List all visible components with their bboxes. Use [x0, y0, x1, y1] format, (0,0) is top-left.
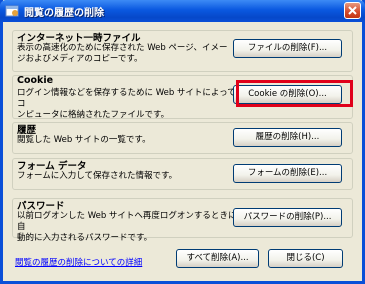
help-link[interactable]: 閲覧の履歴の削除についての詳細: [15, 256, 142, 268]
section-desc-line: フォームに入力して保存された情報です。: [17, 171, 178, 181]
section-passwords: パスワード 以前ログオンした Web サイトへ再度ログオンするときに自 動的に入…: [12, 198, 353, 243]
delete-all-button[interactable]: すべて削除(A)...: [176, 249, 259, 268]
close-icon: [348, 6, 357, 15]
section-title: インターネット一時ファイル: [17, 33, 141, 44]
section-desc-line: 表示の高速化のために保存された Web ページ、イメー: [17, 43, 228, 53]
red-highlight-frame: [236, 80, 353, 107]
section-title: パスワード: [17, 201, 65, 212]
section-desc-line: 動的に入力されるパスワードです。: [17, 233, 153, 243]
delete-history-button[interactable]: 履歴の削除(H)...: [233, 128, 342, 147]
close-button[interactable]: 閉じる(C): [268, 249, 343, 268]
section-desc-line: ログイン情報などを保存するために Web サイトによってコ: [17, 88, 236, 109]
delete-history-dialog: 閲覧の履歴の削除 インターネット一時ファイル 表示の高速化のために保存された W…: [0, 0, 365, 284]
close-window-button[interactable]: [344, 2, 361, 19]
section-desc-line: 以前ログオンした Web サイトへ再度ログオンするときに自: [17, 211, 237, 232]
ie-app-icon: [5, 4, 19, 17]
section-title: フォーム データ: [17, 161, 87, 172]
delete-files-button[interactable]: ファイルの削除(F)...: [233, 39, 342, 58]
section-desc-line: 閲覧した Web サイトの一覧です。: [17, 135, 151, 145]
section-history: 履歴 閲覧した Web サイトの一覧です。 履歴の削除(H)...: [12, 122, 353, 154]
delete-forms-button[interactable]: フォームの削除(E)...: [233, 164, 342, 183]
window-title: 閲覧の履歴の削除: [24, 8, 104, 19]
section-desc-line: ジおよびメディアのコピーです。: [17, 54, 143, 64]
section-title: Cookie: [17, 75, 54, 86]
section-desc-line: ンピュータに格納されたファイルです。: [17, 110, 170, 120]
section-title: 履歴: [17, 125, 37, 136]
title-bar[interactable]: 閲覧の履歴の削除: [0, 0, 365, 22]
section-form-data: フォーム データ フォームに入力して保存された情報です。 フォームの削除(E).…: [12, 158, 353, 190]
section-temporary-files: インターネット一時ファイル 表示の高速化のために保存された Web ページ、イメ…: [12, 30, 353, 72]
delete-passwords-button[interactable]: パスワードの削除(P)...: [233, 208, 342, 227]
